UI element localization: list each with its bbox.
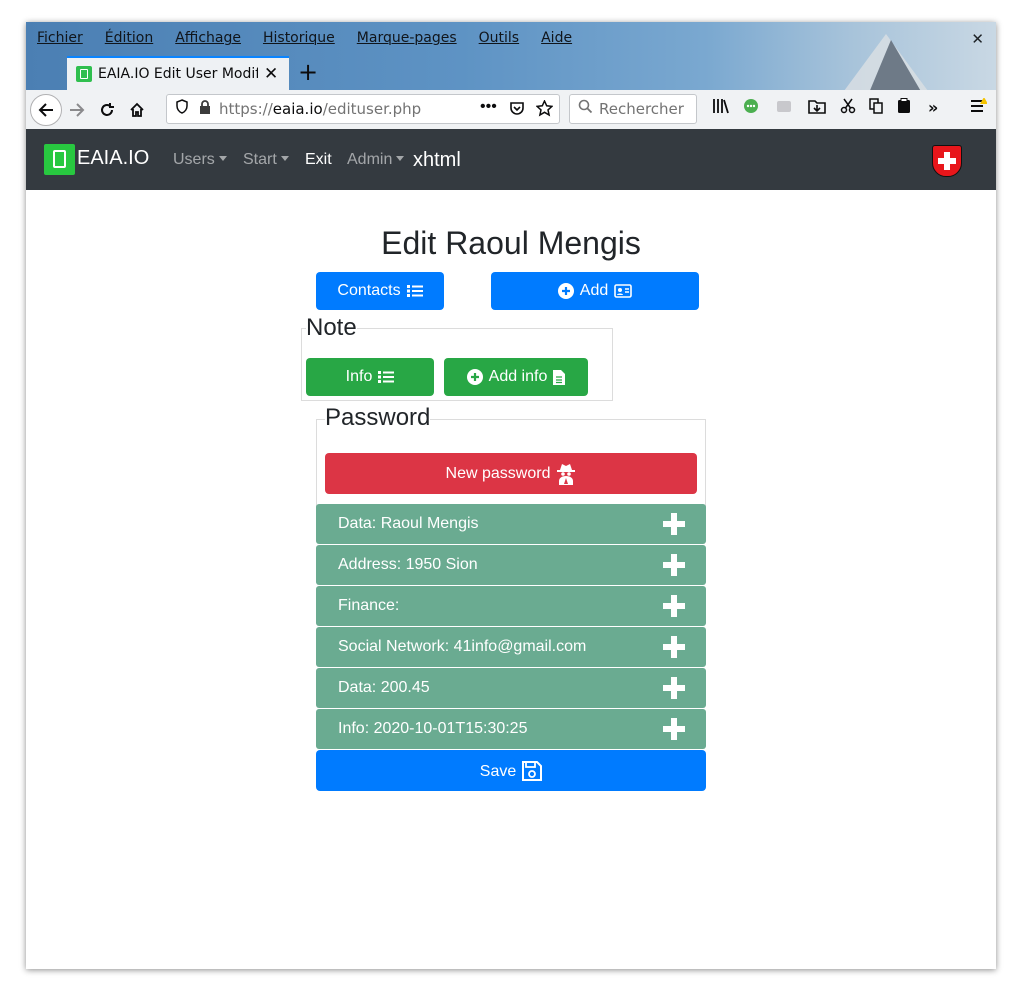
hamburger-menu-icon[interactable] [969,97,988,118]
search-icon [578,99,593,119]
plus-icon[interactable] [663,513,685,535]
document-icon [553,369,566,385]
menu-bar: Fichier Édition Affichage Historique Mar… [26,22,996,54]
bookmark-star-icon[interactable] [535,99,554,122]
search-input[interactable]: Rechercher [599,100,684,118]
site-navbar: EAIA.IO Users Start Exit Admin xhtml [26,129,996,190]
menu-edition[interactable]: Édition [105,30,153,46]
back-arrow-icon[interactable] [30,93,62,126]
contacts-button-label: Contacts [337,282,401,299]
overflow-chevrons-icon[interactable]: » [928,98,938,117]
window-close-icon[interactable]: ✕ [971,30,984,48]
accordion-finance[interactable]: Finance: [316,586,706,626]
menu-aide[interactable]: Aide [541,30,572,46]
user-secret-icon [556,463,576,485]
menu-historique[interactable]: Historique [263,30,335,46]
site-favicon-icon [76,66,92,82]
save-button-label: Save [479,763,517,780]
accordion-label: Address: 1950 Sion [338,556,478,573]
plus-circle-icon [557,283,574,299]
paste-icon[interactable] [896,98,912,118]
page-actions-icon[interactable]: ••• [480,98,497,116]
contacts-button[interactable]: Contacts [316,272,444,310]
accordion-label: Info: 2020-10-01T15:30:25 [338,720,528,737]
reload-icon[interactable] [92,95,122,125]
tab-close-icon[interactable]: ✕ [264,64,278,84]
plus-icon[interactable] [663,677,685,699]
plus-icon[interactable] [663,718,685,740]
nav-format[interactable]: xhtml [413,149,461,172]
url-text[interactable]: https://eaia.io/edituser.php [219,100,421,118]
accordion-social-network[interactable]: Social Network: 41info@gmail.com [316,627,706,667]
password-legend: Password [325,404,431,432]
url-scheme: https:// [219,100,273,118]
nav-start[interactable]: Start [243,151,289,169]
search-bar[interactable]: Rechercher [569,94,697,124]
accordion-address[interactable]: Address: 1950 Sion [316,545,706,585]
nav-users[interactable]: Users [173,151,227,169]
plus-icon[interactable] [663,554,685,576]
nav-exit[interactable]: Exit [305,151,332,169]
cut-icon[interactable] [840,98,856,118]
chat-icon[interactable] [743,98,759,118]
brand-logo-icon[interactable] [44,144,75,175]
accordion-data-name[interactable]: Data: Raoul Mengis [316,504,706,544]
add-info-button[interactable]: Add info [444,358,588,396]
browser-chrome: Fichier Édition Affichage Historique Mar… [26,22,996,129]
new-password-button[interactable]: New password [325,453,697,494]
browser-window: Fichier Édition Affichage Historique Mar… [26,22,996,969]
copy-icon[interactable] [868,98,884,118]
menu-marque-pages[interactable]: Marque-pages [357,30,457,46]
extension-icon[interactable] [776,98,792,118]
save-button[interactable]: Save [316,750,706,791]
plus-circle-icon [466,369,483,385]
accordion-label: Finance: [338,597,400,614]
url-path: /edituser.php [322,100,422,118]
new-tab-icon[interactable]: + [298,58,318,86]
new-password-label: New password [445,464,551,482]
lock-icon[interactable] [199,99,211,119]
accordion-info[interactable]: Info: 2020-10-01T15:30:25 [316,709,706,749]
tab-title: EAIA.IO Edit User Modify [98,66,258,82]
accordion-label: Data: 200.45 [338,679,430,696]
add-contact-label: Add [579,282,609,299]
download-folder-icon[interactable] [808,98,826,118]
menu-outils[interactable]: Outils [479,30,519,46]
url-bar[interactable]: https://eaia.io/edituser.php ••• [166,94,560,124]
home-icon[interactable] [122,95,152,125]
floppy-disk-icon [522,760,543,781]
add-info-label: Add info [488,368,548,385]
library-icon[interactable] [712,98,730,118]
note-legend: Note [306,314,357,342]
browser-toolbar: https://eaia.io/edituser.php ••• Recherc… [26,90,996,129]
info-button[interactable]: Info [306,358,434,396]
add-contact-button[interactable]: Add [491,272,699,310]
brand-name[interactable]: EAIA.IO [77,147,149,170]
info-button-label: Info [345,368,373,385]
forward-arrow-icon[interactable] [62,95,92,125]
swiss-flag-icon[interactable] [932,145,962,177]
menu-fichier[interactable]: Fichier [37,30,83,46]
accordion-data-value[interactable]: Data: 200.45 [316,668,706,708]
accordion-label: Social Network: 41info@gmail.com [338,638,587,655]
plus-icon[interactable] [663,595,685,617]
list-icon [378,370,395,384]
browser-tab[interactable]: EAIA.IO Edit User Modify ✕ [67,56,289,90]
id-card-icon [614,284,633,298]
nav-admin[interactable]: Admin [347,151,404,169]
url-host: eaia.io [272,100,323,118]
page-title: Edit Raoul Mengis [381,225,641,261]
accordion-label: Data: Raoul Mengis [338,515,479,532]
pocket-icon[interactable] [509,101,525,122]
shield-icon[interactable] [175,99,189,119]
plus-icon[interactable] [663,636,685,658]
menu-affichage[interactable]: Affichage [175,30,241,46]
list-icon [406,284,423,298]
